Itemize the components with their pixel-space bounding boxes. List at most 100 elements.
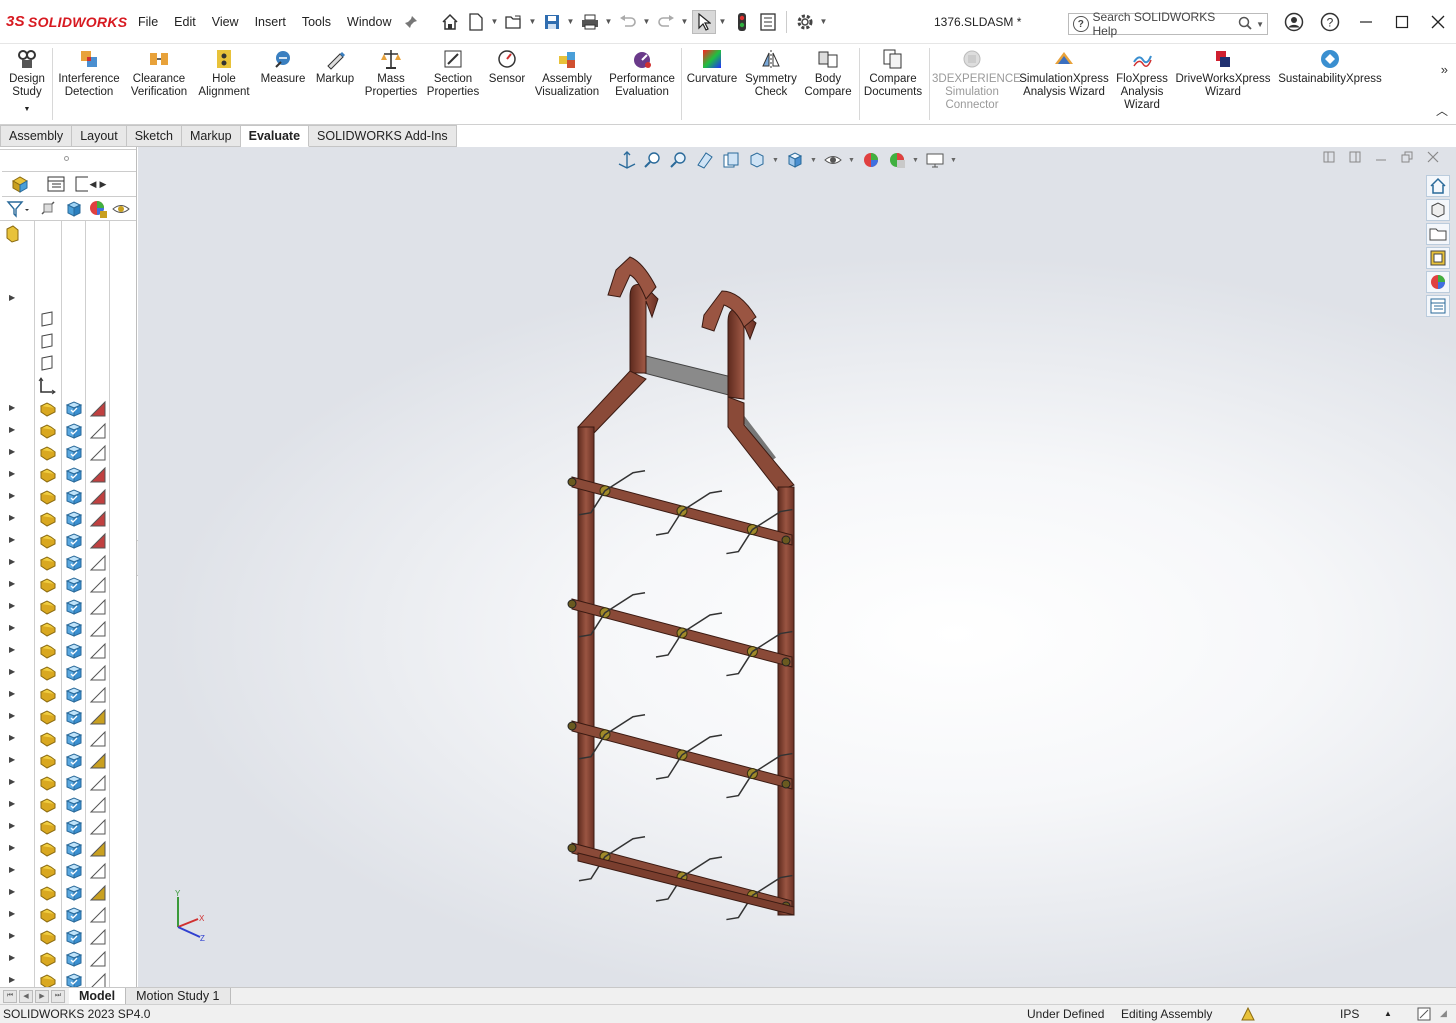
appearance-wedge-icon[interactable] <box>89 818 107 839</box>
assembly-root-icon[interactable] <box>5 225 19 246</box>
tree-component-row[interactable]: ▶ <box>0 661 136 683</box>
tree-component-row[interactable]: ▶ <box>0 595 136 617</box>
menu-edit[interactable]: Edit <box>166 0 204 44</box>
display-state-cube-icon[interactable] <box>65 400 83 421</box>
ribbon-more-chevron-icon[interactable]: » <box>1441 62 1448 77</box>
transparency-eye-icon[interactable] <box>112 200 130 221</box>
units-dropdown-icon[interactable]: ▲ <box>1384 1009 1392 1018</box>
redo-icon[interactable] <box>654 10 678 34</box>
appearance-wedge-icon[interactable] <box>89 532 107 553</box>
appearance-wedge-icon[interactable] <box>89 730 107 751</box>
pin-icon[interactable] <box>404 15 418 29</box>
tree-component-row[interactable]: ▶ <box>0 881 136 903</box>
subassembly-icon[interactable] <box>39 840 57 861</box>
appearance-wedge-icon[interactable] <box>89 950 107 971</box>
expand-arrow-icon[interactable]: ▶ <box>9 513 15 522</box>
open-icon[interactable] <box>502 10 526 34</box>
options-gear-icon[interactable] <box>793 10 817 34</box>
file-properties-icon[interactable] <box>756 10 780 34</box>
display-state-cube-icon[interactable] <box>65 862 83 883</box>
appearance-wedge-icon[interactable] <box>89 686 107 707</box>
driveworksxpress-button[interactable]: DriveWorksXpress Wizard <box>1174 48 1272 99</box>
ribbon-collapse-icon[interactable]: ︿ <box>1436 102 1448 119</box>
hole-alignment-button[interactable]: Hole Alignment <box>198 48 250 99</box>
expand-arrow-icon[interactable]: ▶ <box>9 425 15 434</box>
display-state-cube-icon[interactable] <box>65 686 83 707</box>
appearance-wedge-icon[interactable] <box>89 598 107 619</box>
performance-evaluation-button[interactable]: Performance Evaluation <box>606 48 678 99</box>
appearance-wedge-icon[interactable] <box>89 422 107 443</box>
tree-component-row[interactable]: ▶ <box>0 529 136 551</box>
unit-system[interactable]: IPS <box>1340 1007 1359 1021</box>
subassembly-icon[interactable] <box>39 928 57 949</box>
subassembly-icon[interactable] <box>39 598 57 619</box>
expand-arrow-icon[interactable]: ▶ <box>9 755 15 764</box>
tree-component-row[interactable]: ▶ <box>0 485 136 507</box>
appearance-wedge-icon[interactable] <box>89 862 107 883</box>
display-state-cube-icon[interactable] <box>65 444 83 465</box>
prev-tab-icon[interactable]: ◀ <box>19 989 33 1003</box>
subassembly-icon[interactable] <box>39 884 57 905</box>
display-state-cube-icon[interactable] <box>65 510 83 531</box>
expand-arrow-icon[interactable]: ▶ <box>9 711 15 720</box>
first-tab-icon[interactable]: ⏮ <box>3 989 17 1003</box>
appearance-wedge-icon[interactable] <box>89 906 107 927</box>
appearance-wedge-icon[interactable] <box>89 708 107 729</box>
appearance-wedge-icon[interactable] <box>89 488 107 509</box>
subassembly-icon[interactable] <box>39 422 57 443</box>
user-account-icon[interactable] <box>1276 0 1312 44</box>
display-state-cube-icon[interactable] <box>65 950 83 971</box>
subassembly-icon[interactable] <box>39 400 57 421</box>
body-compare-button[interactable]: Body Compare <box>802 48 854 99</box>
display-state-cube-icon[interactable] <box>65 884 83 905</box>
appearance-wedge-icon[interactable] <box>89 576 107 597</box>
menu-insert[interactable]: Insert <box>247 0 294 44</box>
tree-component-row[interactable]: ▶ <box>0 683 136 705</box>
subassembly-icon[interactable] <box>39 818 57 839</box>
clearance-verification-button[interactable]: Clearance Verification <box>126 48 192 99</box>
tree-component-row[interactable]: ▶ <box>0 859 136 881</box>
appearance-wedge-icon[interactable] <box>89 928 107 949</box>
expand-arrow-icon[interactable]: ▶ <box>9 469 15 478</box>
appearance-wedge-icon[interactable] <box>89 466 107 487</box>
tab-layout[interactable]: Layout <box>72 125 127 147</box>
filter-funnel-icon[interactable] <box>6 200 30 221</box>
subassembly-icon[interactable] <box>39 730 57 751</box>
select-cursor-icon[interactable] <box>691 9 716 34</box>
rebuild-traffic-light-icon[interactable] <box>730 10 754 34</box>
expand-arrow-icon[interactable]: ▶ <box>9 579 15 588</box>
open-dropdown-icon[interactable]: ▼ <box>528 17 538 26</box>
interference-detection-button[interactable]: Interference Detection <box>56 48 122 99</box>
tree-component-row[interactable]: ▶ <box>0 925 136 947</box>
display-state-cube-icon[interactable] <box>65 906 83 927</box>
expand-arrow-icon[interactable]: ▶ <box>9 887 15 896</box>
appearance-wedge-icon[interactable] <box>89 774 107 795</box>
display-state-cube-icon[interactable] <box>65 422 83 443</box>
appearance-wedge-icon[interactable] <box>89 840 107 861</box>
expand-arrow-icon[interactable]: ▶ <box>9 799 15 808</box>
tab-model[interactable]: Model <box>69 987 127 1005</box>
subassembly-icon[interactable] <box>39 510 57 531</box>
crossbar-bolt[interactable] <box>567 721 577 731</box>
home-icon[interactable] <box>438 10 462 34</box>
crossbar-bolt[interactable] <box>567 599 577 609</box>
expand-arrow-icon[interactable]: ▶ <box>9 601 15 610</box>
expand-arrow-icon[interactable]: ▶ <box>9 667 15 676</box>
subassembly-icon[interactable] <box>39 642 57 663</box>
frame-shoulders[interactable] <box>577 370 795 492</box>
graphics-area[interactable]: ▼ ▼ ▼ ▼ ▼ Y X Z <box>138 147 1456 987</box>
subassembly-icon[interactable] <box>39 906 57 927</box>
left-hook[interactable] <box>607 256 659 374</box>
panel-tab-scroll-right-icon[interactable]: ▶ <box>98 179 108 190</box>
plane-icon[interactable] <box>38 355 56 377</box>
appearance-wedge-icon[interactable] <box>89 642 107 663</box>
appearance-wedge-icon[interactable] <box>89 554 107 575</box>
display-state-cube-icon[interactable] <box>65 488 83 509</box>
subassembly-icon[interactable] <box>39 576 57 597</box>
appearance-wedge-icon[interactable] <box>89 752 107 773</box>
section-properties-button[interactable]: Section Properties <box>424 48 482 99</box>
tree-component-row[interactable]: ▶ <box>0 441 136 463</box>
expand-arrow-icon[interactable]: ▶ <box>9 909 15 918</box>
display-state-cube-icon[interactable] <box>65 576 83 597</box>
new-document-icon[interactable] <box>464 10 488 34</box>
